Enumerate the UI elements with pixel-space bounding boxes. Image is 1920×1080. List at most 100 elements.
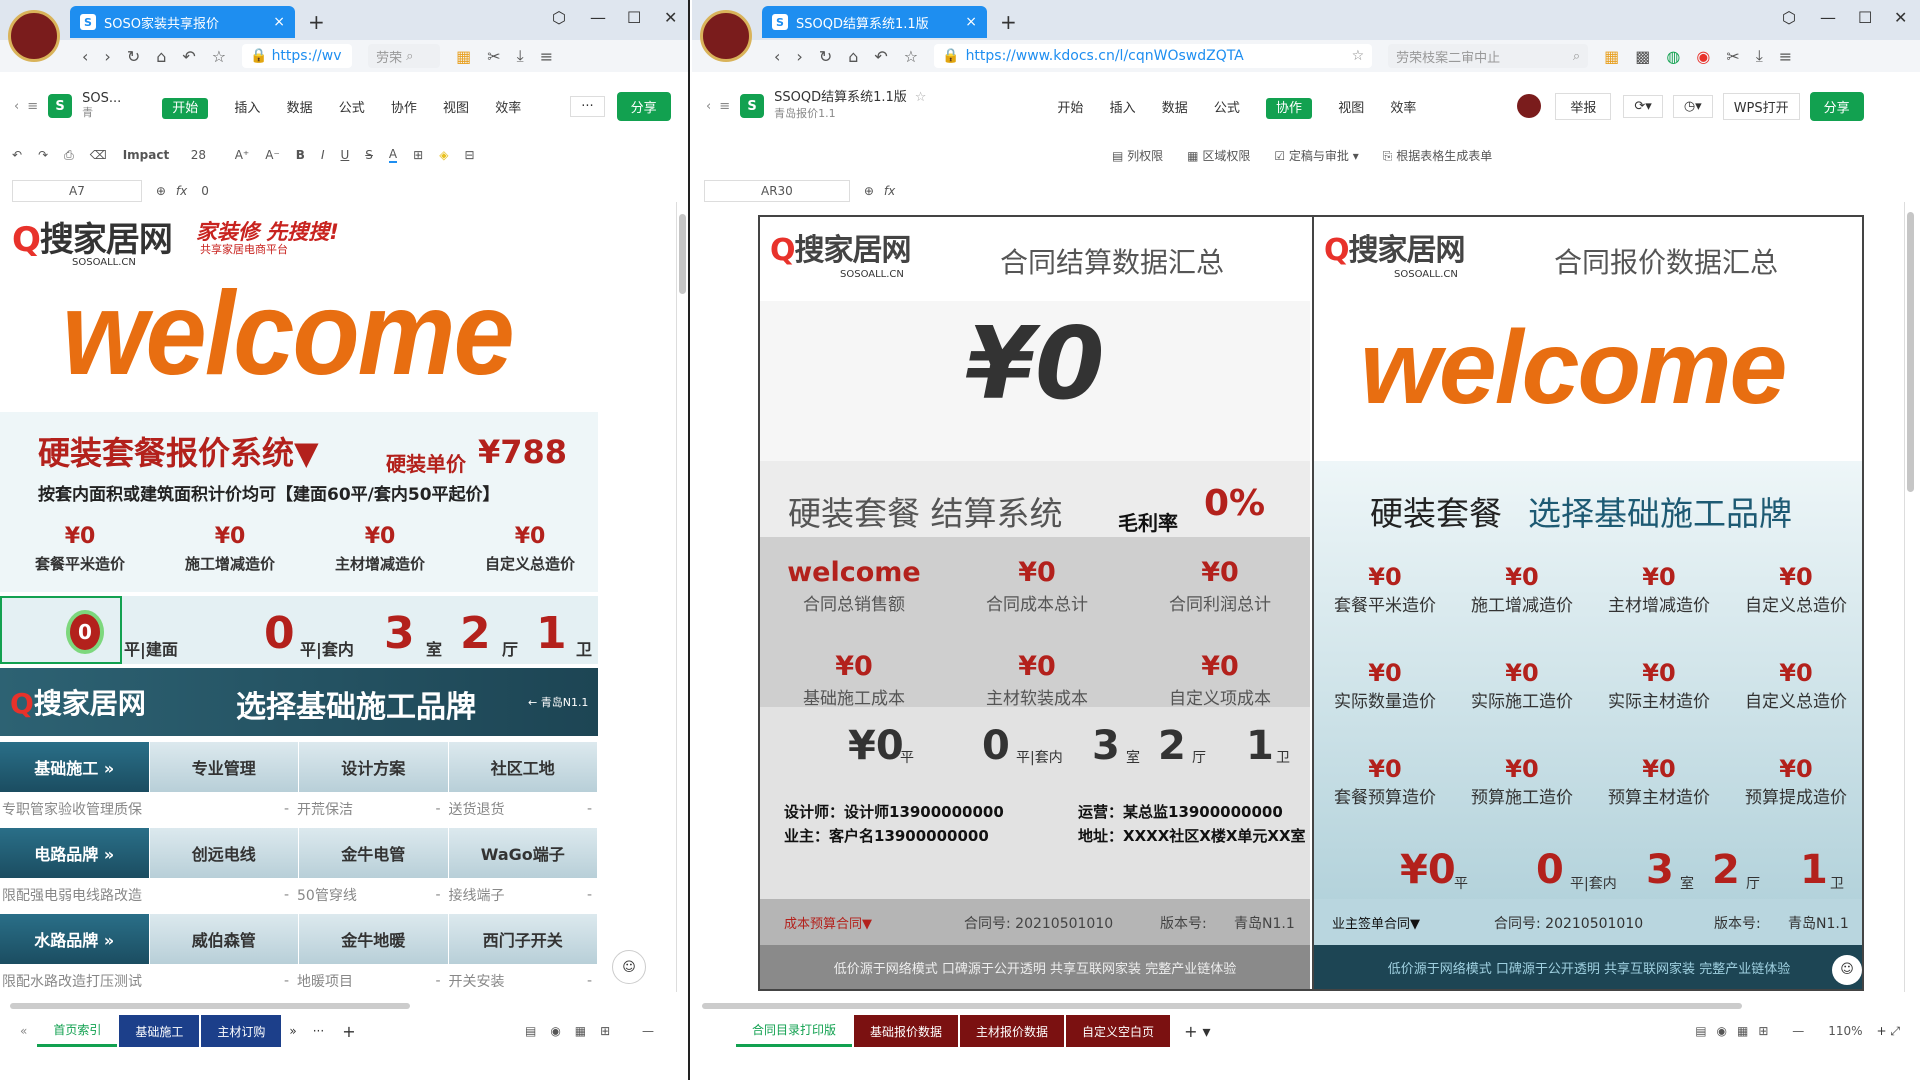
forward-icon[interactable]: › (796, 47, 802, 66)
browser-tab[interactable]: S SSOQD结算系统1.1版 × (762, 6, 987, 38)
search-box[interactable]: 劳荣 ⌕ (368, 44, 441, 68)
fill-color-icon[interactable]: ◈ (439, 148, 448, 162)
back-icon[interactable]: ‹ (774, 47, 780, 66)
name-box[interactable]: A7 (12, 180, 142, 202)
back-doc-icon[interactable]: ‹ (706, 99, 711, 114)
brand-option[interactable]: 威伯森管 (149, 914, 299, 964)
history-icon[interactable]: ◷▾ (1672, 94, 1713, 118)
format-painter-icon[interactable]: ⎙ (64, 148, 74, 163)
band-back-link[interactable]: ← 青岛N1.1 (528, 694, 588, 710)
strikethrough-icon[interactable]: S (365, 148, 373, 162)
more-button[interactable]: ··· (570, 95, 605, 117)
detail-cell[interactable]: 专职管家验收管理质保 - (0, 792, 295, 826)
tab-insert[interactable]: 插入 (234, 101, 260, 116)
tab-collab[interactable]: 协作 (1266, 97, 1313, 119)
increase-font-icon[interactable]: A⁺ (235, 148, 250, 162)
view-controls-icon[interactable]: ▤◉▦⊞ — (1695, 1024, 1814, 1038)
form-generate-button[interactable]: ⎘ 根据表格生成表单 (1383, 147, 1492, 164)
tab-start[interactable]: 开始 (162, 97, 209, 119)
close-window-icon[interactable]: ✕ (664, 8, 677, 27)
hamburger-icon[interactable]: ≡ (27, 99, 38, 114)
minimize-icon[interactable]: — (1820, 8, 1836, 27)
tab-start[interactable]: 开始 (1057, 101, 1083, 116)
detail-cell[interactable]: 50管穿线 - (295, 878, 447, 912)
tab-formula[interactable]: 公式 (339, 101, 365, 116)
sheet-tab-materials[interactable]: 主材订购 (201, 1015, 282, 1047)
brand-option[interactable]: 创远电线 (149, 828, 299, 878)
tab-efficiency[interactable]: 效率 (1390, 101, 1416, 116)
profile-avatar[interactable] (8, 10, 60, 62)
wps-open-button[interactable]: WPS打开 (1722, 92, 1800, 120)
doc-folder[interactable]: 青 (82, 106, 93, 119)
detail-cell[interactable]: 开关安装 - (447, 964, 599, 998)
wechat-icon[interactable]: ◍ (1666, 47, 1680, 66)
category-button[interactable]: 电路品牌 » (0, 828, 150, 878)
add-sheet-icon[interactable]: + ▾ (1184, 1022, 1211, 1041)
doc-folder[interactable]: 青岛报价1.1 (774, 107, 836, 120)
address-bar[interactable]: 🔒 https://wv (242, 44, 353, 68)
cut-icon[interactable]: ✂ (487, 47, 500, 66)
sheet-dots[interactable]: ··· (313, 1024, 324, 1038)
sheet-tab-index[interactable]: 首页索引 (37, 1015, 118, 1047)
approval-button[interactable]: ☑ 定稿与审批 ▾ (1274, 147, 1358, 164)
column-permission-button[interactable]: ▤ 列权限 (1112, 147, 1163, 164)
vertical-scrollbar[interactable] (676, 202, 686, 992)
maximize-icon[interactable]: ☐ (1858, 8, 1872, 27)
maximize-icon[interactable]: ☐ (627, 8, 641, 27)
sheet-tab-construction[interactable]: 基础施工 (119, 1015, 200, 1047)
halls-value[interactable]: 2 (460, 608, 491, 659)
sheet-tab-base-quote[interactable]: 基础报价数据 (854, 1015, 959, 1047)
zoom-in-icon[interactable]: + ⤢ (1877, 1024, 1900, 1039)
tab-list-icon[interactable]: ⬡ (1782, 8, 1796, 27)
tab-view[interactable]: 视图 (1338, 101, 1364, 116)
apps-icon[interactable]: ▦ (456, 47, 471, 66)
browser-tab[interactable]: S SOSO家装共享报价 × (70, 6, 295, 38)
tab-insert[interactable]: 插入 (1110, 101, 1136, 116)
detail-cell[interactable]: 限配水路改造打压测试 - (0, 964, 295, 998)
detail-cell[interactable]: 限配强电弱电线路改造 - (0, 878, 295, 912)
contract-type-select[interactable]: 成本预算合同▼ (784, 913, 872, 932)
redo-icon[interactable]: ↷ (38, 148, 48, 162)
underline-icon[interactable]: U (341, 148, 350, 162)
forward-icon[interactable]: › (104, 47, 110, 66)
hamburger-icon[interactable]: ≡ (719, 99, 730, 114)
inner-area-value[interactable]: 0 (264, 608, 295, 659)
add-sheet-icon[interactable]: + (342, 1022, 355, 1041)
undo-icon[interactable]: ↶ (874, 47, 887, 66)
border-icon[interactable]: ⊞ (413, 148, 423, 162)
tab-list-icon[interactable]: ⬡ (552, 8, 566, 27)
report-button[interactable]: 举报 (1555, 92, 1612, 120)
scroll-thumb[interactable] (1907, 212, 1914, 492)
system-title[interactable]: 硬装套餐报价系统▼ (38, 428, 319, 474)
font-size-select[interactable]: 28 (191, 148, 219, 162)
brand-option[interactable]: 金牛电管 (299, 828, 449, 878)
brand-option[interactable]: WaGo端子 (448, 828, 598, 878)
sheet-tab-contract[interactable]: 合同目录打印版 (736, 1015, 853, 1047)
address-bar[interactable]: 🔒 https://www.kdocs.cn/l/cqnWOswdZQTA ☆ (934, 44, 1373, 68)
category-button[interactable]: 基础施工 » (0, 742, 150, 792)
contract-type-select[interactable]: 业主签单合同▼ (1332, 913, 1420, 932)
tab-view[interactable]: 视图 (443, 101, 469, 116)
settlement-sheet[interactable]: Q搜家居网 SOSOALL.CN 合同结算数据汇总 ¥0 硬装套餐 结算系统 毛利… (758, 215, 1864, 991)
zoom-level[interactable]: 110% (1828, 1024, 1862, 1038)
sync-icon[interactable]: ⟳▾ (1623, 94, 1663, 118)
eraser-icon[interactable]: ⌫ (90, 148, 107, 162)
cut-icon[interactable]: ✂ (1726, 47, 1739, 66)
new-tab-icon[interactable]: + (308, 10, 325, 34)
game-icon[interactable]: ◉ (1696, 47, 1710, 66)
assistant-avatar-icon[interactable]: ☺ (1832, 955, 1862, 985)
tab-data[interactable]: 数据 (287, 101, 313, 116)
decrease-font-icon[interactable]: A⁻ (265, 148, 280, 162)
formula-input[interactable]: 0 (201, 184, 209, 198)
detail-cell[interactable]: 地暖项目 - (295, 964, 447, 998)
name-box[interactable]: AR30 (704, 180, 850, 202)
zoom-lookup-icon[interactable]: ⊕ (864, 184, 874, 198)
user-avatar[interactable] (1517, 94, 1542, 118)
download-icon[interactable]: ⤓ (517, 46, 524, 66)
assistant-avatar-icon[interactable]: ☺ (612, 950, 646, 984)
category-button[interactable]: 水路品牌 » (0, 914, 150, 964)
detail-cell[interactable]: 送货退货 - (447, 792, 599, 826)
brand-option[interactable]: 社区工地 (448, 742, 598, 792)
share-button[interactable]: 分享 (616, 91, 671, 121)
doc-star-icon[interactable]: ☆ (915, 90, 927, 105)
